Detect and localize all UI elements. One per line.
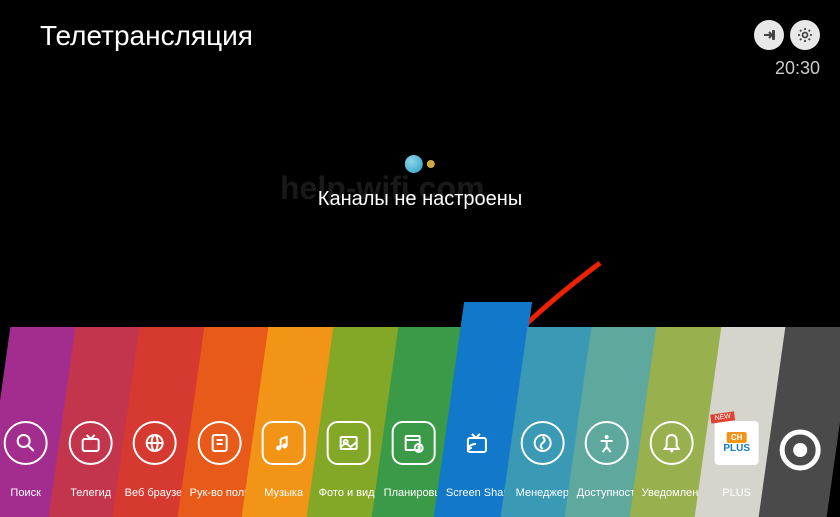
settings-icon[interactable] [790, 20, 820, 50]
photo-icon [327, 421, 371, 465]
search-icon [3, 421, 47, 465]
record-icon [778, 428, 822, 477]
guide-icon [197, 421, 241, 465]
notify-icon [650, 421, 694, 465]
tile-label: Уведомления [642, 487, 702, 499]
tile-label: Доступность [577, 487, 637, 499]
header-right: 20:30 [754, 20, 820, 79]
status-text: Каналы не настроены [318, 188, 522, 211]
plus-icon: NEWCHPLUS [714, 421, 758, 465]
access-icon [585, 421, 629, 465]
page-title: Телетрансляция [40, 20, 253, 52]
tile-label: Менеджер [516, 487, 569, 499]
tile-label: Веб браузер [125, 487, 185, 499]
tile-label: Рук-во пользователя [189, 487, 249, 499]
tile-label: Поиск [10, 487, 40, 499]
manager-icon [520, 421, 564, 465]
share-icon [454, 421, 498, 465]
clock: 20:30 [775, 58, 820, 79]
tvguide-icon [68, 421, 112, 465]
tile-label: Фото и видео [319, 487, 379, 499]
tile-label: Планировщик [383, 487, 443, 499]
music-icon [262, 421, 306, 465]
spinner-icon [318, 155, 522, 173]
web-icon [133, 421, 177, 465]
app-launcher: Поиск Телегид Веб браузер Рук-во пользовате… [0, 327, 840, 517]
tile-label: Телегид [70, 487, 111, 499]
tile-label: Screen Share [446, 487, 506, 499]
tile-label: PLUS [722, 487, 751, 499]
status-area: Каналы не настроены [318, 155, 522, 211]
input-icon[interactable] [754, 20, 784, 50]
tile-label: Музыка [264, 487, 303, 499]
schedule-icon [391, 421, 435, 465]
